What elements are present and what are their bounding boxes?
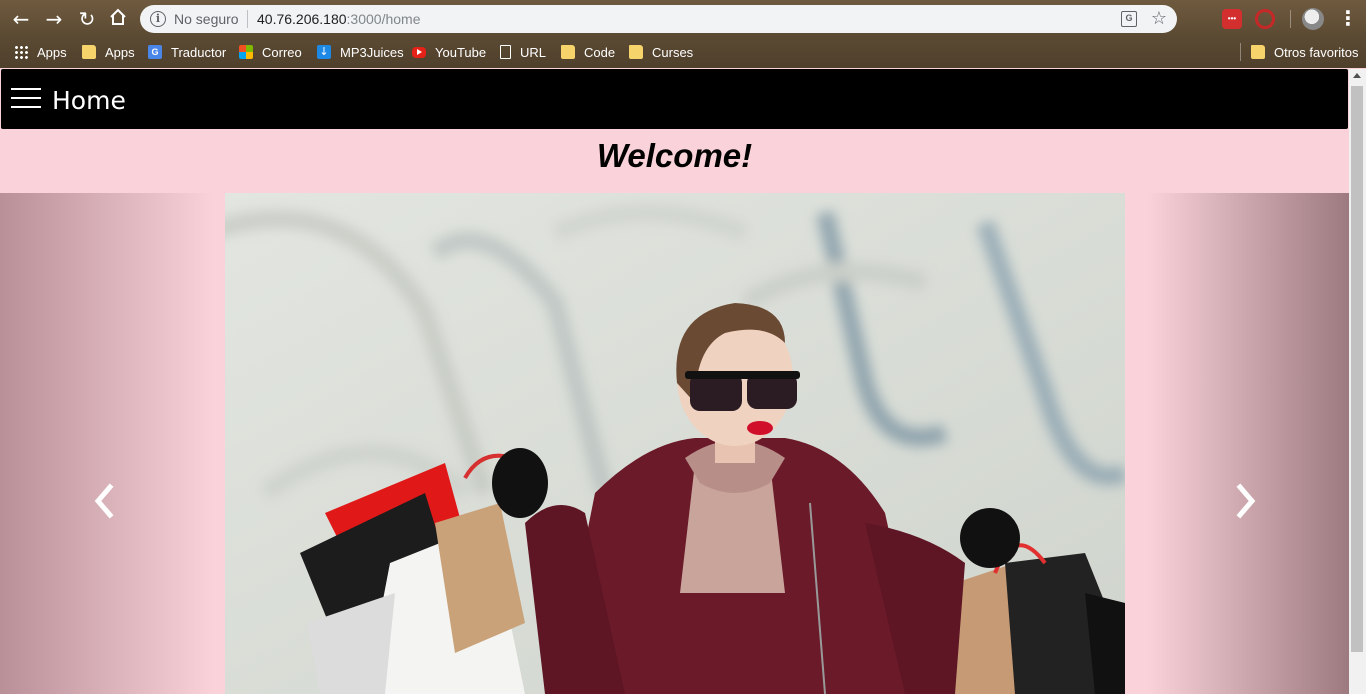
scroll-up-arrow-icon[interactable] (1353, 73, 1361, 78)
bookmarks-bar: Apps Apps G Traductor Correo ↓ MP3Juices Y… (0, 37, 1366, 68)
bookmark-label: Apps (105, 44, 135, 60)
bookmark-label: Code (584, 44, 616, 60)
bookmark-label: Apps (37, 44, 67, 60)
address-bar[interactable]: i No seguro 40.76.206.180:3000/home G ☆ (140, 5, 1177, 33)
bookmark-label: MP3Juices (340, 44, 404, 60)
scrollbar-thumb[interactable] (1351, 86, 1363, 652)
bookmark-label: Traductor (171, 44, 227, 60)
bookmark-star-icon[interactable]: ☆ (1151, 8, 1167, 29)
carousel-slide (225, 193, 1125, 694)
folder-icon (82, 45, 96, 59)
divider (247, 10, 248, 28)
carousel-prev-area[interactable] (0, 193, 225, 694)
info-icon[interactable]: i (150, 11, 166, 27)
hamburger-menu-icon[interactable] (11, 88, 41, 108)
divider (1290, 10, 1291, 28)
chevron-right-icon[interactable] (1230, 481, 1260, 521)
extension-rings-icon[interactable] (1255, 9, 1275, 29)
bookmark-traductor[interactable]: G Traductor (148, 43, 226, 61)
chevron-left-icon[interactable] (90, 481, 120, 521)
apps-grid-icon (14, 45, 28, 59)
page-content: Home Welcome! (0, 69, 1349, 694)
bookmark-other-favorites[interactable]: Otros favoritos (1251, 43, 1359, 61)
download-icon: ↓ (317, 45, 331, 59)
bookmark-label: Otros favoritos (1274, 44, 1359, 60)
microsoft-icon (239, 45, 253, 59)
bookmark-mp3juices[interactable]: ↓ MP3Juices (317, 43, 404, 61)
bookmark-correo[interactable]: Correo (239, 43, 302, 61)
bookmark-label: URL (520, 44, 547, 60)
browser-toolbar: ← → ↻ i No seguro 40.76.206.180:3000/hom… (0, 0, 1366, 37)
folder-icon (561, 45, 575, 59)
folder-icon (629, 45, 643, 59)
bookmark-label: Curses (652, 44, 694, 60)
app-bar: Home (1, 69, 1348, 129)
security-label[interactable]: No seguro (174, 11, 239, 27)
google-translate-icon: G (148, 45, 162, 59)
page-icon (500, 45, 511, 59)
forward-arrow-icon[interactable]: → (42, 7, 66, 31)
bookmark-apps-launcher[interactable]: Apps (14, 43, 67, 61)
divider (1240, 43, 1241, 61)
carousel-next-area[interactable] (1125, 193, 1349, 694)
url-path: :3000/home (346, 11, 421, 27)
bookmark-label: Correo (262, 44, 302, 60)
woman-with-shopping-bags-photo (225, 193, 1125, 694)
page-title: Home (52, 86, 126, 115)
folder-icon (1251, 45, 1265, 59)
bookmark-code[interactable]: Code (561, 43, 615, 61)
home-icon[interactable] (106, 7, 130, 31)
youtube-icon (412, 46, 426, 58)
bookmark-youtube[interactable]: YouTube (412, 43, 486, 61)
bookmark-label: YouTube (435, 44, 487, 60)
back-arrow-icon[interactable]: ← (9, 7, 33, 31)
profile-avatar[interactable] (1302, 8, 1324, 30)
extension-icon[interactable]: ••• (1222, 9, 1242, 29)
welcome-heading: Welcome! (596, 137, 753, 174)
url-text[interactable]: 40.76.206.180:3000/home (257, 11, 420, 27)
reload-icon[interactable]: ↻ (75, 7, 99, 31)
bookmark-url[interactable]: URL (500, 43, 546, 61)
url-host: 40.76.206.180 (257, 11, 347, 27)
bookmark-curses[interactable]: Curses (629, 43, 693, 61)
image-carousel (0, 193, 1349, 694)
translate-icon[interactable]: G (1121, 11, 1137, 27)
menu-kebab-icon[interactable]: ⋮ (1338, 7, 1358, 29)
vertical-scrollbar[interactable] (1349, 69, 1366, 694)
bookmark-apps-folder[interactable]: Apps (82, 43, 135, 61)
